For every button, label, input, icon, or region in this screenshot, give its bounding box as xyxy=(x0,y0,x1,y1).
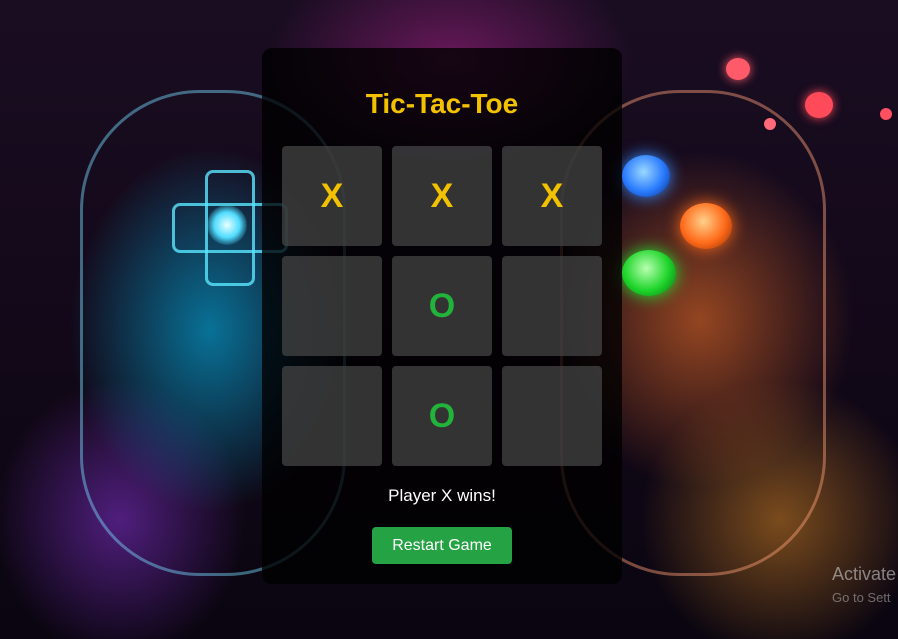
board-cell-0[interactable]: X xyxy=(282,146,382,246)
board-cell-4[interactable]: O xyxy=(392,256,492,356)
board-cell-8[interactable] xyxy=(502,366,602,466)
gamepad-orange-button xyxy=(680,203,732,249)
board-cell-5[interactable] xyxy=(502,256,602,356)
board-cell-2[interactable]: X xyxy=(502,146,602,246)
game-title: Tic-Tac-Toe xyxy=(365,88,519,119)
dpad-glow xyxy=(207,205,247,245)
paint-splatter xyxy=(726,58,750,80)
board-cell-1[interactable]: X xyxy=(392,146,492,246)
board-cell-7[interactable]: O xyxy=(392,366,492,466)
restart-game-button[interactable]: Restart Game xyxy=(372,527,512,564)
gamepad-green-button xyxy=(622,250,676,296)
activate-windows-hint: Go to Sett xyxy=(832,590,891,605)
activate-windows-watermark: Activate xyxy=(832,564,897,584)
gamepad-blue-button xyxy=(622,155,670,197)
game-status: Player X wins! xyxy=(388,486,496,505)
board-cell-6[interactable] xyxy=(282,366,382,466)
game-board: X X X O O xyxy=(282,146,602,466)
board-cell-3[interactable] xyxy=(282,256,382,356)
